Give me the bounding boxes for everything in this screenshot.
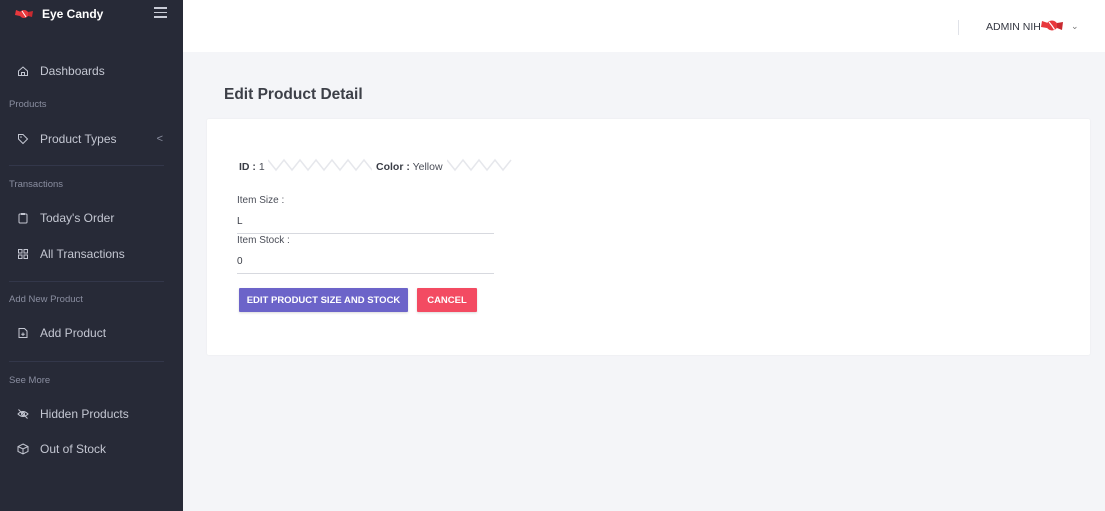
box-icon <box>17 443 29 455</box>
chevron-down-icon[interactable]: ⌄ <box>1071 21 1079 32</box>
grid-icon <box>17 248 29 260</box>
file-plus-icon <box>17 327 29 339</box>
sidebar-item-add-product[interactable]: Add Product <box>0 322 183 344</box>
sidebar-item-product-types[interactable]: Product Types < <box>0 128 183 150</box>
sidebar-divider <box>9 361 164 362</box>
tag-icon <box>17 133 29 145</box>
sidebar-item-label: All Transactions <box>40 247 125 261</box>
sidebar-item-out-of-stock[interactable]: Out of Stock <box>0 438 183 460</box>
sidebar-item-label: Out of Stock <box>40 442 107 456</box>
sidebar-item-all-transactions[interactable]: All Transactions <box>0 243 183 265</box>
user-name[interactable]: ADMIN NIH <box>986 21 1041 33</box>
sidebar-item-label: Hidden Products <box>40 407 129 421</box>
section-header-see-more: See More <box>9 375 51 386</box>
color-value: Yellow <box>412 161 443 173</box>
decorative-pattern <box>447 158 512 172</box>
id-label: ID : <box>239 161 256 173</box>
eye-off-icon <box>17 408 29 420</box>
candy-avatar-icon[interactable] <box>1040 17 1064 34</box>
candy-logo-icon <box>15 9 33 18</box>
item-stock-underline <box>237 273 494 274</box>
item-size-underline <box>237 233 494 234</box>
sidebar-divider <box>9 281 164 282</box>
sidebar-item-hidden-products[interactable]: Hidden Products <box>0 403 183 425</box>
item-size-label: Item Size : <box>237 195 285 206</box>
page-title: Edit Product Detail <box>224 86 363 103</box>
menu-toggle-icon[interactable] <box>154 7 167 19</box>
sidebar-item-todays-order[interactable]: Today's Order <box>0 207 183 229</box>
header-divider <box>958 20 959 35</box>
home-icon <box>17 65 29 77</box>
item-stock-input[interactable]: 0 <box>237 256 243 267</box>
edit-product-size-stock-button[interactable]: EDIT PRODUCT SIZE AND STOCK <box>239 288 408 312</box>
product-id: ID : 1 <box>239 161 265 173</box>
item-size-input[interactable]: L <box>237 216 243 227</box>
product-color: Color : Yellow <box>376 161 443 173</box>
sidebar: Eye Candy Dashboards Products Product Ty… <box>0 0 183 511</box>
cancel-button[interactable]: CANCEL <box>417 288 477 312</box>
sidebar-item-label: Add Product <box>40 326 107 340</box>
clipboard-icon <box>17 212 29 224</box>
decorative-pattern <box>268 158 372 172</box>
top-header: ADMIN NIH ⌄ <box>183 0 1105 52</box>
chevron-left-icon: < <box>156 133 163 145</box>
sidebar-divider <box>9 165 164 166</box>
sidebar-item-label: Product Types <box>40 132 117 146</box>
color-label: Color : <box>376 161 410 173</box>
product-detail-card <box>207 119 1090 355</box>
sidebar-item-label: Today's Order <box>40 211 115 225</box>
sidebar-item-label: Dashboards <box>40 64 105 78</box>
section-header-add-new-product: Add New Product <box>9 294 83 305</box>
id-value: 1 <box>258 161 265 173</box>
item-stock-label: Item Stock : <box>237 235 290 246</box>
brand-name: Eye Candy <box>42 6 104 21</box>
sidebar-item-dashboards[interactable]: Dashboards <box>0 60 183 82</box>
section-header-products: Products <box>9 99 47 110</box>
section-header-transactions: Transactions <box>9 179 64 190</box>
brand[interactable]: Eye Candy <box>0 0 183 27</box>
